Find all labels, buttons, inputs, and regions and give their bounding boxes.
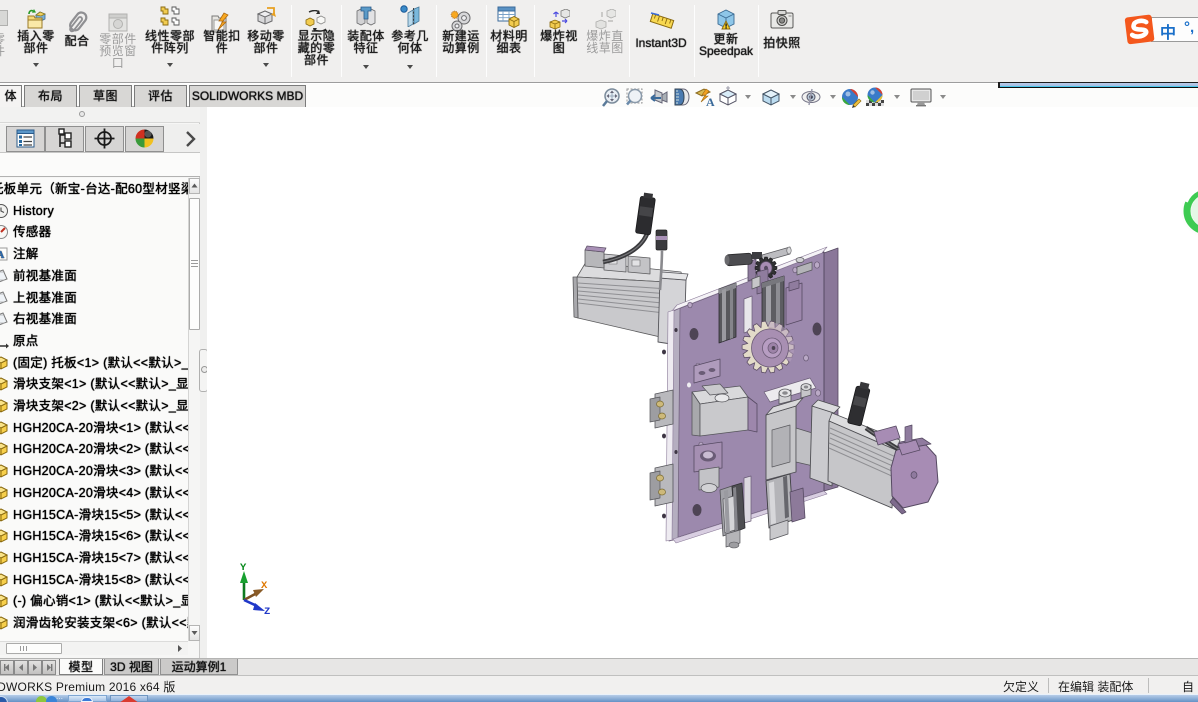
svg-text:A: A [706, 95, 715, 109]
svg-text:Z: Z [264, 606, 270, 618]
svg-text:X: X [261, 580, 268, 592]
svg-text:Y: Y [240, 562, 247, 574]
svg-text:A: A [0, 249, 5, 261]
